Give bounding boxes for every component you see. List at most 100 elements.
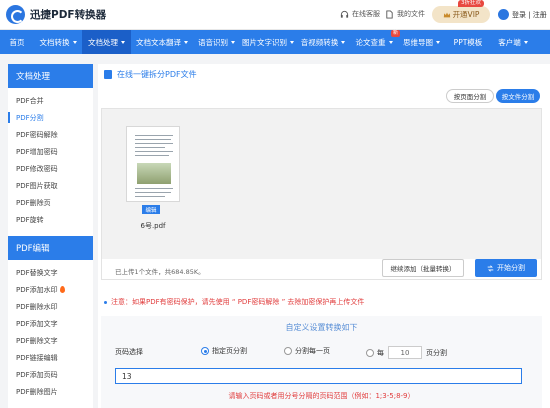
vip-label: 开通VIP: [452, 10, 480, 19]
file-preview-area: 编辑 6号.pdf: [102, 109, 541, 259]
top-header: 迅捷PDF转换器 在线客服 我的文件 开通VIP 3折狂欢 登录 | 注册: [0, 0, 550, 30]
nav-label: 图片文字识别: [242, 37, 287, 47]
caret-down-icon: [523, 40, 528, 44]
bullet-icon: [104, 300, 107, 304]
vip-button[interactable]: 开通VIP: [432, 6, 490, 23]
note-text: 注意：如果PDF有密码保护，请先使用 “ PDF密码解除 ” 去除加密保护再上传…: [111, 298, 365, 306]
document-icon: [104, 70, 112, 79]
radio-checked-icon: [201, 347, 209, 355]
tab-split-by-file[interactable]: 按文件分割: [496, 89, 540, 103]
nav-ocr[interactable]: 图片文字识别: [240, 30, 296, 54]
nav-plagiarism[interactable]: 论文查重新: [350, 30, 400, 54]
logo-icon: [6, 5, 25, 24]
caret-down-icon: [231, 40, 235, 44]
continue-add-button[interactable]: 继续添加（批量转换）: [382, 259, 464, 277]
sidebar-item-pdf-link-edit[interactable]: PDF链接编辑: [8, 349, 93, 366]
headset-icon: [340, 10, 349, 18]
radio-specified-pages[interactable]: 指定页分割: [201, 346, 247, 356]
sidebar-item-pdf-merge[interactable]: PDF合并: [8, 92, 93, 109]
radio-every-n-pages[interactable]: 每 10 页分割: [366, 346, 447, 359]
my-files-label: 我的文件: [397, 10, 425, 18]
page-range-input[interactable]: 13: [115, 368, 522, 384]
sidebar-item-pdf-add-text[interactable]: PDF添加文字: [8, 315, 93, 332]
nav-label: 文档文本翻译: [136, 37, 181, 47]
sidebar-section-doc-process: 文档处理: [8, 64, 93, 88]
sidebar-item-pdf-rotate[interactable]: PDF旋转: [8, 211, 93, 228]
vip-promo-badge: 3折狂欢: [458, 0, 484, 7]
upload-status: 已上传1个文件，共684.85K。: [115, 268, 205, 276]
nav-label: 文档转换: [39, 37, 70, 47]
caret-down-icon: [388, 40, 393, 44]
app-logo[interactable]: 迅捷PDF转换器: [6, 5, 106, 24]
radio-label: 每: [377, 348, 384, 357]
caret-down-icon: [184, 40, 188, 44]
nav-label: 客户端: [498, 37, 521, 47]
main-nav: 首页 文档转换 文档处理 文档文本翻译 语音识别 图片文字识别 音视频转换 论文…: [0, 30, 550, 54]
sidebar-item-pdf-replace-text[interactable]: PDF替换文字: [8, 264, 93, 281]
settings-title: 自定义设置转换如下: [285, 323, 358, 332]
sidebar-item-pdf-change-password[interactable]: PDF修改密码: [8, 160, 93, 177]
login-label: 登录 | 注册: [512, 10, 547, 19]
password-note: 注意：如果PDF有密码保护，请先使用 “ PDF密码解除 ” 去除加密保护再上传…: [104, 297, 364, 307]
caret-down-icon: [436, 40, 440, 44]
radio-icon: [366, 348, 374, 357]
nav-label: 论文查重: [355, 37, 386, 47]
split-icon: [487, 264, 494, 272]
start-split-button[interactable]: 开始分割: [475, 259, 537, 277]
nav-label: 首页: [9, 37, 25, 47]
split-settings: 自定义设置转换如下 页码选择 指定页分割 分割每一页 每 10 页分割 13 请…: [101, 316, 542, 408]
sidebar-item-pdf-delete-text[interactable]: PDF删除文字: [8, 332, 93, 349]
sidebar-item-pdf-extract-images[interactable]: PDF图片获取: [8, 177, 93, 194]
page-title-text: 在线一键拆分PDF文件: [117, 70, 197, 79]
main-panel: 在线一键拆分PDF文件 按页面分割 按文件分割 编辑 6号.pdf 已上传1个文…: [98, 64, 550, 408]
start-split-label: 开始分割: [497, 264, 525, 272]
file-name: 6号.pdf: [140, 222, 166, 230]
sidebar-item-pdf-add-watermark[interactable]: PDF添加水印: [8, 281, 93, 298]
page-range-hint: 请输入页码或者用分号分隔的页码范围（例如：1;3-5;8-9）: [228, 392, 415, 400]
sidebar-item-pdf-add-password[interactable]: PDF增加密码: [8, 143, 93, 160]
nav-home[interactable]: 首页: [0, 30, 34, 54]
file-icon: [386, 9, 393, 19]
nav-av-convert[interactable]: 音视频转换: [296, 30, 350, 54]
nav-label: PPT模板: [453, 37, 483, 47]
sidebar-item-pdf-delete-page[interactable]: PDF删除页: [8, 194, 93, 211]
caret-down-icon: [290, 40, 294, 44]
login-link[interactable]: 登录 | 注册: [498, 9, 547, 20]
nav-client[interactable]: 客户端: [491, 30, 535, 54]
radio-each-page[interactable]: 分割每一页: [284, 346, 330, 356]
pdf-thumbnail: [126, 126, 180, 202]
nav-mindmap[interactable]: 思维导图: [398, 30, 445, 54]
my-files-link[interactable]: 我的文件: [385, 9, 425, 19]
page-title: 在线一键拆分PDF文件: [104, 69, 197, 80]
sidebar: 文档处理 PDF合并 PDF分割 PDF密码解除 PDF增加密码 PDF修改密码…: [8, 64, 93, 408]
sidebar-item-pdf-unlock[interactable]: PDF密码解除: [8, 126, 93, 143]
sidebar-item-pdf-add-page-number[interactable]: PDF添加页码: [8, 366, 93, 383]
sidebar-section-pdf-edit: PDF编辑: [8, 236, 93, 260]
every-n-input[interactable]: 10: [388, 346, 422, 359]
nav-doc-process[interactable]: 文档处理: [82, 30, 131, 54]
thumbnail-photo: [137, 163, 171, 184]
nav-doc-translate[interactable]: 文档文本翻译: [131, 30, 193, 54]
nav-label: 语音识别: [198, 37, 228, 47]
fire-icon: [59, 286, 65, 293]
edit-file-button[interactable]: 编辑: [142, 205, 160, 214]
radio-label: 指定页分割: [212, 347, 247, 355]
logo-text: 迅捷PDF转换器: [30, 9, 107, 21]
radio-suffix: 页分割: [426, 348, 447, 357]
tab-split-by-page[interactable]: 按页面分割: [446, 89, 494, 103]
sidebar-item-pdf-remove-watermark[interactable]: PDF删除水印: [8, 298, 93, 315]
caret-down-icon: [72, 40, 77, 44]
sidebar-item-pdf-split[interactable]: PDF分割: [8, 109, 93, 126]
nav-speech[interactable]: 语音识别: [193, 30, 240, 54]
nav-ppt[interactable]: PPT模板: [445, 30, 491, 54]
page-select-label: 页码选择: [115, 348, 143, 356]
nav-doc-convert[interactable]: 文档转换: [34, 30, 82, 54]
customer-service-link[interactable]: 在线客服: [340, 9, 380, 19]
caret-down-icon: [341, 40, 346, 44]
crown-icon: [443, 12, 450, 17]
upload-area: 编辑 6号.pdf 已上传1个文件，共684.85K。 继续添加（批量转换） 开…: [101, 108, 542, 280]
sidebar-item-pdf-delete-image[interactable]: PDF删除图片: [8, 383, 93, 400]
user-avatar-icon: [498, 9, 509, 20]
file-card[interactable]: 编辑 6号.pdf: [123, 126, 183, 230]
radio-label: 分割每一页: [295, 347, 330, 355]
